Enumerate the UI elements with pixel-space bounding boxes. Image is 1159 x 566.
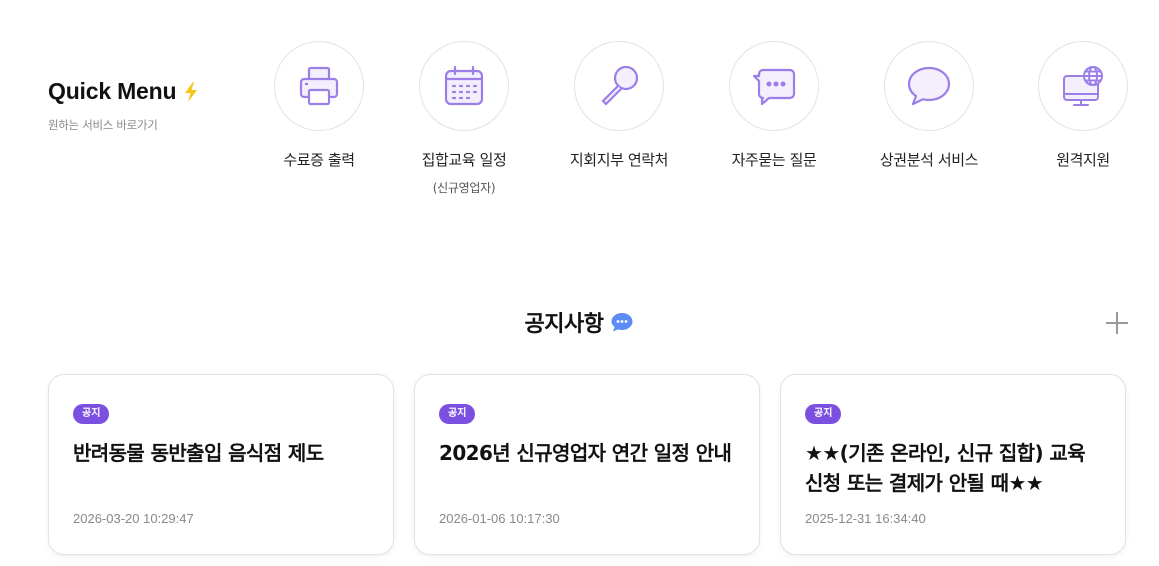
- notice-header: 공지사항: [0, 306, 1159, 338]
- quick-menu-item-remote-support[interactable]: 원격지원: [1013, 41, 1153, 170]
- quick-menu-title-row: Quick Menu: [48, 78, 200, 105]
- quick-menu-label: 자주묻는 질문: [731, 151, 817, 169]
- magnifier-icon: [601, 65, 639, 106]
- quick-menu-item-faq[interactable]: 자주묻는 질문: [704, 41, 844, 170]
- notice-title-row: 공지사항: [525, 306, 635, 338]
- quick-menu-label: 상권분석 서비스: [879, 151, 979, 169]
- notice-card-date: 2026-01-06 10:17:30: [439, 511, 560, 526]
- quick-menu-icon-circle[interactable]: [574, 41, 664, 131]
- speech-bubble-icon: [907, 66, 951, 106]
- quick-menu-item-certificate[interactable]: 수료증 출력: [249, 41, 389, 170]
- notice-card-title[interactable]: ★★(기존 온라인, 신규 집합) 교육 신청 또는 결제가 안될 때★★: [805, 438, 1101, 500]
- quick-menu-item-contacts[interactable]: 지회지부 연락처: [549, 41, 689, 170]
- calendar-icon: [444, 65, 484, 106]
- notice-card[interactable]: 공지 2026년 신규영업자 연간 일정 안내 2026-01-06 10:17…: [414, 374, 760, 555]
- notice-card-date: 2026-03-20 10:29:47: [73, 511, 194, 526]
- quick-menu-label: 지회지부 연락처: [569, 151, 669, 169]
- quick-menu-subtitle: 원하는 서비스 바로가기: [48, 118, 158, 132]
- notice-card-date: 2025-12-31 16:34:40: [805, 511, 926, 526]
- lightning-icon: [185, 81, 198, 102]
- quick-menu-list: 수료증 출력 집합교육 일정 (신규영업자) 지회지부 연락처 자주묻는 질문 …: [272, 41, 1128, 201]
- notice-card-title[interactable]: 2026년 신규영업자 연간 일정 안내: [439, 438, 735, 500]
- quick-menu-header: Quick Menu 원하는 서비스 바로가기: [48, 78, 200, 133]
- monitor-globe-icon: [1063, 66, 1103, 106]
- notice-card[interactable]: 공지 ★★(기존 온라인, 신규 집합) 교육 신청 또는 결제가 안될 때★★…: [780, 374, 1126, 555]
- quick-menu-label: 원격지원: [1056, 151, 1110, 169]
- notice-card-title[interactable]: 반려동물 동반출입 음식점 제도: [73, 438, 369, 500]
- notice-badge: 공지: [439, 404, 476, 424]
- quick-menu-item-schedule[interactable]: 집합교육 일정 (신규영업자): [394, 41, 534, 196]
- quick-menu-label: 수료증 출력: [283, 151, 355, 169]
- notice-title: 공지사항: [524, 312, 604, 337]
- quick-menu-icon-circle[interactable]: [419, 41, 509, 131]
- quick-menu-title: Quick Menu: [48, 78, 177, 104]
- quick-menu-label: 집합교육 일정: [421, 151, 507, 169]
- quick-menu-icon-circle[interactable]: [1038, 41, 1128, 131]
- printer-icon: [299, 66, 339, 106]
- quick-menu-note: (신규영업자): [432, 181, 496, 195]
- chat-bubble-dots-icon: [752, 68, 796, 106]
- quick-menu-icon-circle[interactable]: [729, 41, 819, 131]
- notice-badge: 공지: [805, 404, 842, 424]
- notice-more-plus-icon[interactable]: [1104, 310, 1130, 336]
- chat-dots-icon: [611, 313, 633, 332]
- notice-badge: 공지: [73, 404, 110, 424]
- quick-menu-icon-circle[interactable]: [274, 41, 364, 131]
- quick-menu-item-market-analysis[interactable]: 상권분석 서비스: [859, 41, 999, 170]
- notice-card[interactable]: 공지 반려동물 동반출입 음식점 제도 2026-03-20 10:29:47: [48, 374, 394, 555]
- quick-menu-icon-circle[interactable]: [884, 41, 974, 131]
